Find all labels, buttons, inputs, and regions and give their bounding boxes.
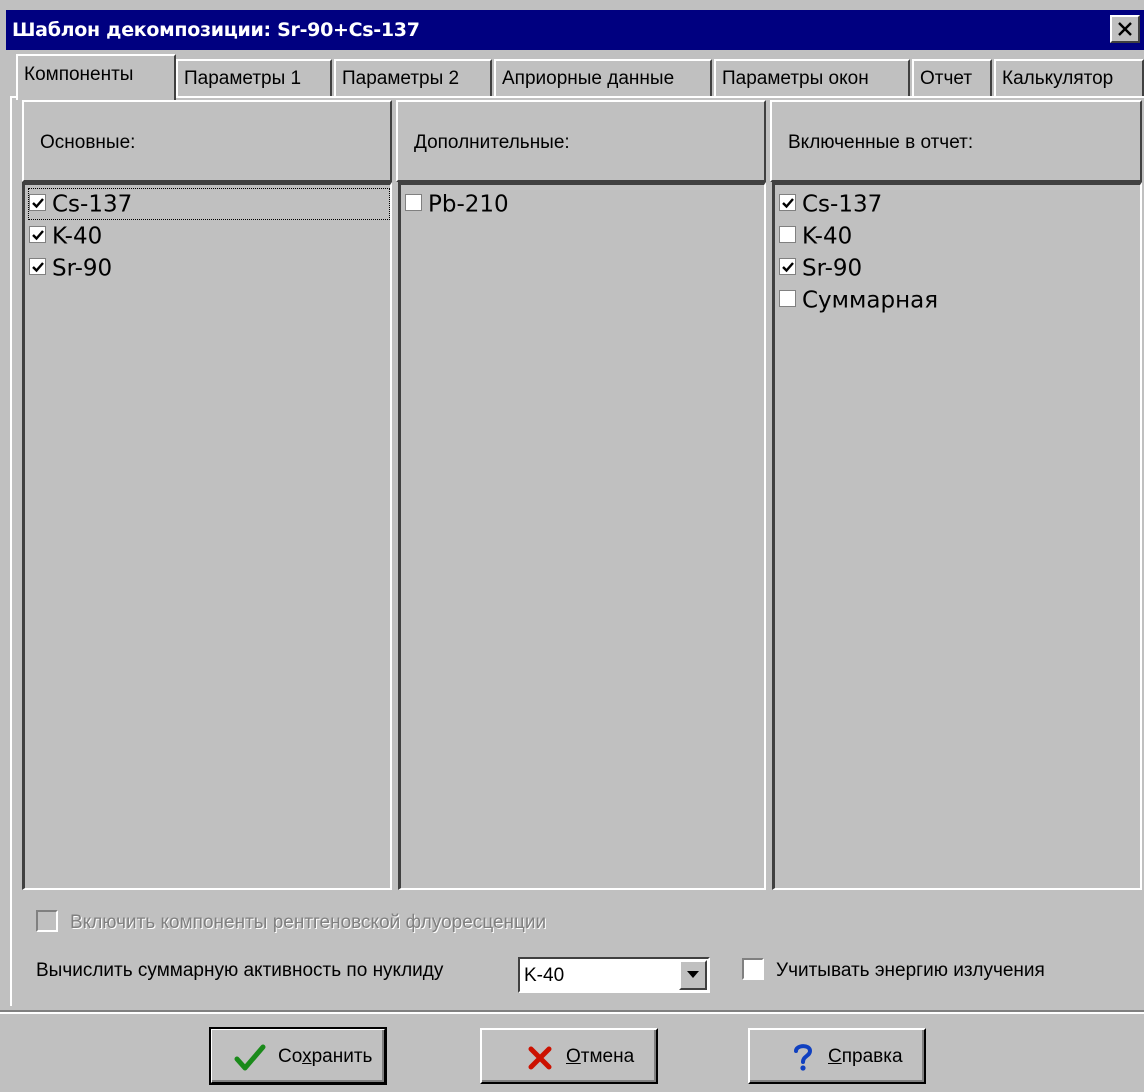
tab-label: Отчет: [920, 68, 973, 89]
list-item[interactable]: Суммарная: [779, 285, 938, 315]
check-icon: [234, 1044, 266, 1071]
list-item-label: K-40: [802, 223, 853, 250]
tab-label: Параметры 1: [184, 68, 302, 89]
checkbox[interactable]: [29, 258, 46, 275]
list-item[interactable]: K-40: [779, 221, 852, 251]
list-item[interactable]: Cs-137: [779, 189, 882, 219]
help-button[interactable]: Справка: [748, 1028, 926, 1084]
list-item-label: Pb-210: [428, 191, 509, 218]
checkbox[interactable]: [779, 290, 796, 307]
checkbox[interactable]: [29, 194, 46, 211]
list-item[interactable]: Sr-90: [779, 253, 862, 283]
checkmark-icon: [32, 230, 44, 241]
checkbox[interactable]: [779, 258, 796, 275]
list-item[interactable]: Cs-137: [28, 188, 390, 220]
tab-prior-data[interactable]: Априорные данные: [494, 59, 712, 97]
title-bar[interactable]: Шаблон декомпозиции: Sr-90+Cs-137: [6, 10, 1144, 50]
report-column-header: Включенные в отчет:: [770, 100, 1142, 182]
report-components-list[interactable]: Cs-137 K-40 Sr-90 Суммарная: [772, 182, 1142, 890]
checkbox[interactable]: [779, 194, 796, 211]
tab-components[interactable]: Компоненты: [16, 54, 176, 100]
list-item-label: K-40: [52, 223, 103, 250]
checkmark-icon: [782, 262, 794, 273]
checkbox[interactable]: [779, 226, 796, 243]
list-item-label: Cs-137: [52, 191, 133, 218]
list-item[interactable]: Pb-210: [405, 189, 509, 219]
save-button-label: Сохранить: [278, 1046, 373, 1067]
additional-column-header-label: Дополнительные:: [414, 132, 570, 153]
close-button[interactable]: [1110, 15, 1140, 43]
report-column-header-label: Включенные в отчет:: [788, 132, 974, 153]
dialog-window: Шаблон декомпозиции: Sr-90+Cs-137 Компон…: [0, 0, 1144, 1092]
checkmark-icon: [32, 198, 44, 209]
list-item-label: Sr-90: [802, 255, 863, 282]
tab-params-2[interactable]: Параметры 2: [334, 59, 492, 97]
checkbox[interactable]: [29, 226, 46, 243]
tab-label: Параметры окон: [722, 68, 869, 89]
tab-label: Априорные данные: [502, 68, 675, 89]
tab-report[interactable]: Отчет: [912, 59, 992, 97]
separator: [0, 1010, 1144, 1014]
tab-calculator[interactable]: Калькулятор: [994, 59, 1144, 97]
checkmark-icon: [32, 262, 44, 273]
list-item[interactable]: Sr-90: [29, 253, 112, 283]
tab-window-params[interactable]: Параметры окон: [714, 59, 910, 97]
tab-label: Компоненты: [24, 64, 134, 85]
help-button-label: Справка: [828, 1046, 903, 1067]
close-icon: [1118, 22, 1132, 36]
checkmark-icon: [782, 198, 794, 209]
cancel-button-label: Отмена: [566, 1046, 635, 1067]
tab-params-1[interactable]: Параметры 1: [176, 59, 332, 97]
cross-icon: [528, 1046, 552, 1070]
list-item-label: Cs-137: [802, 191, 883, 218]
list-item-label: Суммарная: [802, 287, 939, 314]
tab-label: Параметры 2: [342, 68, 460, 89]
window-title: Шаблон декомпозиции: Sr-90+Cs-137: [12, 19, 420, 41]
list-item[interactable]: K-40: [29, 221, 102, 251]
checkbox[interactable]: [405, 194, 422, 211]
additional-components-list[interactable]: Pb-210: [398, 182, 766, 890]
question-icon: [794, 1044, 813, 1071]
main-column-header-label: Основные:: [40, 132, 136, 153]
list-item-label: Sr-90: [52, 255, 113, 282]
additional-column-header: Дополнительные:: [396, 100, 766, 182]
main-components-list[interactable]: Cs-137 K-40 Sr-90: [22, 182, 392, 890]
save-button[interactable]: Сохранить: [209, 1027, 387, 1085]
cancel-button[interactable]: Отмена: [480, 1028, 658, 1084]
main-column-header: Основные:: [22, 100, 392, 182]
tab-label: Калькулятор: [1002, 68, 1114, 89]
